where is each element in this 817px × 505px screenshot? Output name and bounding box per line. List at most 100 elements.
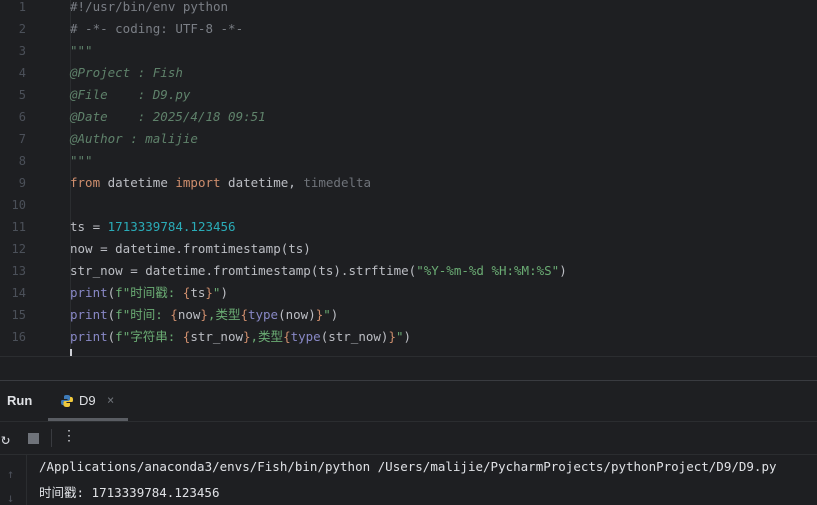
code-text: @Project : Fish [70,62,183,84]
code-line[interactable]: 14 print(f"时间戳: {ts}") [0,282,817,304]
tab-d9[interactable]: D9 × [48,381,128,421]
line-number: 15 [11,308,26,322]
rerun-icon[interactable]: ↻ [1,430,10,448]
code-token: """ [70,43,93,58]
code-token: print [70,285,108,300]
code-line[interactable]: 8 """ [0,150,817,172]
console-line: 时间戳: 1713339784.123456 [39,485,220,500]
code-token: print [70,307,108,322]
code-text: @Author : malijie [70,128,198,150]
run-panel-header: Run D9 × [0,381,817,421]
code-editor[interactable]: 1 #!/usr/bin/env python 2 # -*- coding: UTF… [0,0,817,356]
line-number: 3 [18,44,26,58]
scroll-down-icon[interactable]: ↓ [7,491,14,505]
code-token: import [175,175,221,190]
code-token: (str_now) [320,329,389,344]
code-token: ) [403,329,412,344]
code-text: @File : D9.py [70,84,190,106]
code-token: f"字符串: [115,329,183,344]
code-text: from datetime import datetime, timedelta [70,172,371,194]
line-number: 4 [18,66,26,80]
console-output[interactable]: ↑ ↓ /Applications/anaconda3/envs/Fish/bi… [0,455,817,505]
line-number: 1 [18,0,26,14]
code-text: ts = 1713339784.123456 [70,216,236,238]
code-line[interactable]: 1 #!/usr/bin/env python [0,0,817,18]
run-panel-title: Run [7,393,33,408]
line-number: 7 [18,132,26,146]
code-token: str_now = datetime.fromtimestamp(ts).str… [70,263,417,278]
line-number: 12 [11,242,26,256]
code-token: datetime [100,175,176,190]
code-text: print(f"字符串: {str_now},类型{type(str_now)}… [70,326,411,348]
line-number: 13 [11,264,26,278]
line-number: 16 [11,330,26,344]
code-token: @File : D9.py [70,87,191,102]
code-text: #!/usr/bin/env python [70,0,228,18]
code-line[interactable]: 2 # -*- coding: UTF-8 -*- [0,18,817,40]
run-panel: Run D9 × ↻ ⋮ ↑ ↓ /Applications/anaconda3… [0,380,817,505]
code-line[interactable]: 16 print(f"字符串: {str_now},类型{type(str_now… [0,326,817,348]
code-token: "%Y-%m-%d %H:%M:%S" [416,263,560,278]
code-text: print(f"时间戳: {ts}") [70,282,228,304]
code-token: @Project : Fish [70,65,183,80]
code-token: { [170,307,178,322]
scroll-up-icon[interactable]: ↑ [7,467,14,481]
close-tab-icon[interactable]: × [107,393,114,407]
code-token: """ [70,153,93,168]
panel-splitter[interactable] [0,356,817,381]
line-number: 6 [18,110,26,124]
code-token: timedelta [303,175,372,190]
code-text: print(f"时间: {now},类型{type(now)}") [70,304,338,326]
code-line[interactable]: 9 from datetime import datetime, timedelt… [0,172,817,194]
code-line[interactable]: 5 @File : D9.py [0,84,817,106]
code-token: now [177,307,201,322]
code-token: ,类型 [250,329,284,344]
code-text: str_now = datetime.fromtimestamp(ts).str… [70,260,567,282]
code-token: from [70,175,101,190]
code-token: { [240,307,248,322]
code-token: ,类型 [207,307,241,322]
line-number: 9 [18,176,26,190]
code-token: 1713339784.123456 [107,219,236,234]
code-line[interactable]: 4 @Project : Fish [0,62,817,84]
code-token: type [290,329,321,344]
code-token: str_now [190,329,243,344]
code-token: f"时间: [115,307,171,322]
code-line[interactable]: 10 [0,194,817,216]
code-token: datetime, [220,175,304,190]
toolbar-divider [51,429,52,447]
code-line[interactable]: 7 @Author : malijie [0,128,817,150]
code-line[interactable]: 12 now = datetime.fromtimestamp(ts) [0,238,817,260]
tab-label: D9 [79,393,96,408]
code-line[interactable]: 6 @Date : 2025/4/18 09:51 [0,106,817,128]
line-number: 8 [18,154,26,168]
console-line: /Applications/anaconda3/envs/Fish/bin/py… [39,459,777,474]
python-icon [61,395,73,407]
code-token: @Author : malijie [70,131,198,146]
code-token: ts = [70,219,108,234]
code-token: " [323,307,331,322]
more-options-icon[interactable]: ⋮ [62,428,76,444]
code-line[interactable]: 15 print(f"时间: {now},类型{type(now)}") [0,304,817,326]
code-token: " [395,329,404,344]
code-token: ) [220,285,228,300]
code-token: } [205,285,213,300]
code-token: ts [190,285,206,300]
code-token: #!/usr/bin/env python [70,0,229,14]
code-token: } [388,329,396,344]
run-toolbar: ↻ ⋮ [0,421,817,455]
code-line[interactable]: 3 """ [0,40,817,62]
line-number: 2 [18,22,26,36]
code-text: @Date : 2025/4/18 09:51 [70,106,266,128]
code-token: # -*- coding: UTF-8 -*- [70,21,244,36]
code-token: } [200,307,208,322]
stop-icon[interactable] [28,433,39,444]
code-text: """ [70,40,93,62]
line-number: 14 [11,286,26,300]
code-line[interactable]: 11 ts = 1713339784.123456 [0,216,817,238]
text-caret [70,349,72,356]
line-number: 5 [18,88,26,102]
line-number: 11 [11,220,26,234]
console-gutter: ↑ ↓ [0,455,27,505]
code-line[interactable]: 13 str_now = datetime.fromtimestamp(ts).s… [0,260,817,282]
